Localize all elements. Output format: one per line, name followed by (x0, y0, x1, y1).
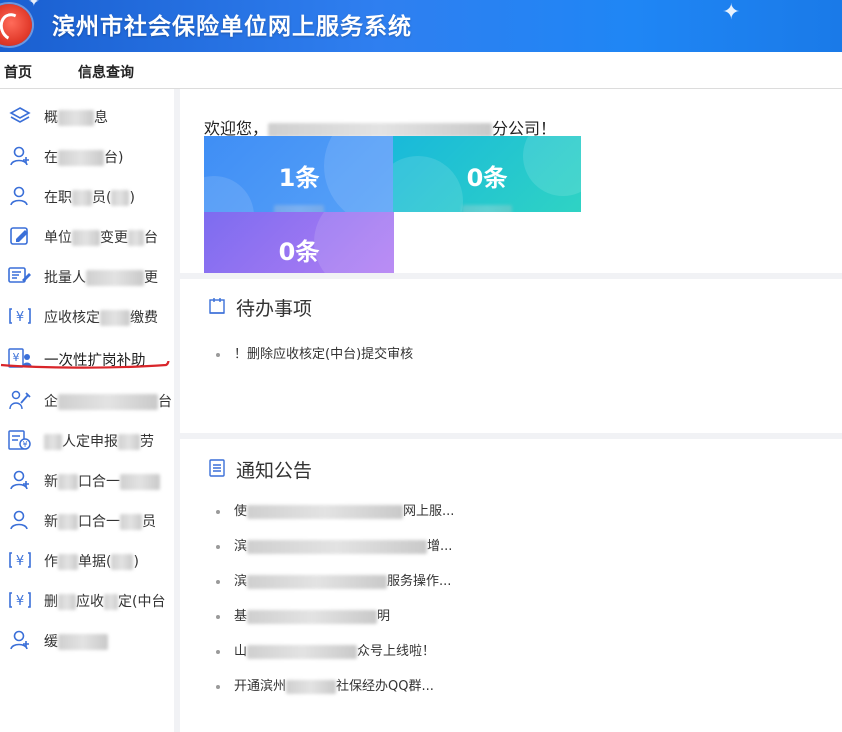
sidebar-item-label: 删 (44, 594, 58, 610)
notice-list-icon (208, 459, 226, 482)
sidebar-item-label: 新 (44, 474, 58, 490)
sidebar-item-6[interactable]: ¥ 应收核定 缴费 (0, 299, 178, 335)
sidebar-item-13[interactable]: ¥ 删应收 定(中台 (0, 583, 178, 619)
sidebar-item-label: 企 (44, 394, 58, 410)
sidebar-item-label: 概 (44, 110, 58, 126)
sidebar-item-label: 人定申报 (62, 434, 118, 450)
sidebar-item-2[interactable]: 在 台) (0, 139, 178, 175)
sparkle-icon: ✦ (722, 0, 741, 25)
sidebar-item-3[interactable]: 在职 员() (0, 179, 178, 215)
notice-item[interactable]: 滨服务操作... (216, 570, 451, 589)
todo-item[interactable]: ！删除应收核定(中台)提交审核 (216, 343, 413, 362)
section-divider (180, 273, 842, 279)
yen-card-icon: ¥ (8, 305, 32, 327)
sidebar-item-label: 变更 (100, 230, 128, 246)
user-add-icon (8, 629, 32, 651)
app-header: ✦ 滨州市社会保险单位网上服务系统 ✦ (0, 0, 842, 52)
svg-text:¥: ¥ (22, 440, 27, 449)
svg-text:¥: ¥ (16, 594, 24, 609)
sidebar-item-overview[interactable]: 概息 (0, 99, 178, 135)
sidebar-item-label: 应收核定 (44, 310, 100, 326)
notice-item[interactable]: 滨增... (216, 535, 452, 554)
sidebar-item-label: 新 (44, 514, 58, 530)
sidebar-item-label: 口合一 (78, 474, 120, 490)
sidebar-item-11[interactable]: 新口合一员 (0, 503, 178, 539)
sidebar-item-label: 在职 (44, 190, 72, 206)
sidebar-item-label: 单位 (44, 230, 72, 246)
user-add-icon (8, 145, 32, 167)
sidebar-item-10[interactable]: 新 口合一 (0, 463, 178, 499)
user-add-icon (8, 469, 32, 491)
stat-card[interactable]: 0条 (393, 136, 581, 212)
tab-info-query[interactable]: 信息查询 (78, 62, 134, 82)
notice-item[interactable]: 开通滨州 社保经办QQ群... (216, 675, 434, 694)
sidebar-item-label: 缴费 (130, 310, 158, 326)
tab-bar: 首页 信息查询 (0, 52, 842, 89)
sidebar-item-12[interactable]: ¥ 作单据() (0, 543, 178, 579)
sidebar-item-label: 员( (92, 190, 112, 206)
sidebar-item-label: 缓 (44, 634, 58, 650)
section-divider (180, 433, 842, 439)
todo-title: 待办事项 (208, 294, 312, 321)
stat-card[interactable]: 0条 (204, 212, 394, 274)
sidebar-item-label: 口合一 (78, 514, 120, 530)
sidebar-item-label: 批量人 (44, 270, 86, 286)
logo-icon (0, 4, 32, 46)
batch-edit-icon (8, 265, 32, 287)
main-content: 欢迎您， 分公司！ 1条 0条 0条 待办事项 ！删除应收核定(中台)提交审核 通… (180, 89, 842, 732)
sidebar-item-8[interactable]: 企台 (0, 383, 178, 419)
sidebar-item-label: 台 (158, 394, 172, 410)
stat-count: 0条 (466, 164, 508, 192)
notice-title: 通知公告 (208, 456, 312, 483)
yen-card-icon: ¥ (8, 549, 32, 571)
sidebar-item-label: 更 (144, 270, 158, 286)
sidebar-item-label: 息 (94, 110, 108, 126)
app-title: 滨州市社会保险单位网上服务系统 (52, 14, 412, 40)
notice-item[interactable]: 使网上服... (216, 500, 454, 519)
yen-card-icon: ¥ (8, 589, 32, 611)
sidebar-item-label: 台) (104, 150, 124, 166)
sidebar-item-label: 单据( (78, 554, 112, 570)
sidebar-item-9[interactable]: ¥ 人定申报劳 (0, 423, 178, 459)
worker-icon (8, 389, 32, 411)
clipboard-icon (208, 297, 226, 320)
edit-form-icon (8, 225, 32, 247)
sparkle-icon: ✦ (28, 0, 40, 10)
stat-count: 0条 (278, 238, 320, 266)
layers-icon (8, 105, 32, 127)
yen-doc-icon: ¥ (8, 429, 32, 451)
sidebar-item-label: 应收 (76, 594, 104, 610)
notice-item[interactable]: 基明 (216, 605, 390, 624)
stat-card[interactable]: 1条 (204, 136, 394, 212)
sidebar-item-5[interactable]: 批量人 更 (0, 259, 178, 295)
user-icon (8, 185, 32, 207)
svg-text:¥: ¥ (16, 310, 24, 325)
sidebar-item-label: 作 (44, 554, 58, 570)
red-annotation-underline (0, 361, 170, 369)
notice-item[interactable]: 山众号上线啦！ (216, 640, 435, 659)
svg-text:¥: ¥ (16, 554, 24, 569)
sidebar: 概息 在台) 在职 员() 单位 变更台 批量人更 ¥ 应收核定 缴费 ¥ 一次… (0, 89, 180, 732)
sidebar-item-4[interactable]: 单位 变更台 (0, 219, 178, 255)
user-icon (8, 509, 32, 531)
sidebar-item-14[interactable]: 缓 (0, 623, 178, 659)
stat-count: 1条 (278, 164, 320, 192)
sidebar-item-label: 在 (44, 150, 58, 166)
tab-home[interactable]: 首页 (4, 62, 32, 82)
